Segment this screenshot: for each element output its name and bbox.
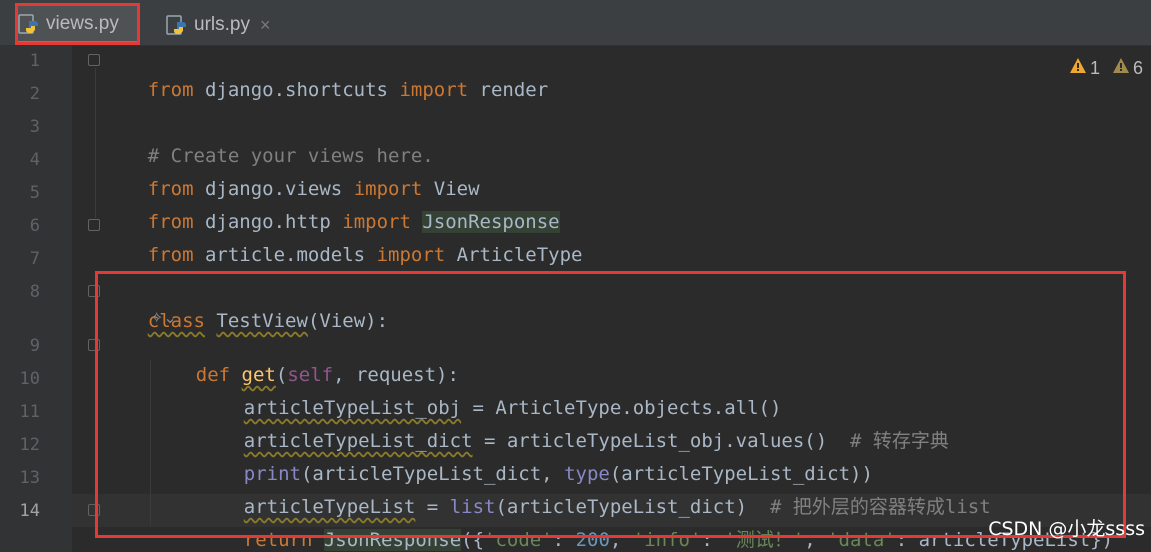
code-line-10: articleTypeList_obj = ArticleType.object… — [243, 397, 782, 419]
code-line-1: from django.shortcuts import render — [147, 79, 549, 101]
code-line-12: print(articleTypeList_dict, type(article… — [243, 463, 873, 485]
code-line-5: from django.http import JsonResponse — [147, 211, 560, 233]
code-editor[interactable]: from django.shortcuts import render # Cr… — [0, 0, 1151, 552]
code-line-14: return JsonResponse({'code': 200, 'info'… — [243, 529, 1114, 551]
inlay-hint-icon[interactable]: ✧⌄ — [150, 308, 177, 327]
weak-warning-icon — [1112, 57, 1130, 79]
inspection-widget[interactable]: 1 6 — [1069, 57, 1143, 79]
code-line-11: articleTypeList_dict = articleTypeList_o… — [243, 430, 949, 452]
warning-icon — [1069, 57, 1087, 79]
warning-count: 1 — [1089, 57, 1100, 78]
code-line-8: class TestView(View): — [147, 310, 389, 332]
weak-warning-count: 6 — [1132, 57, 1143, 78]
code-line-13: articleTypeList = list(articleTypeList_d… — [243, 496, 991, 518]
code-line-4: from django.views import View — [147, 178, 480, 200]
code-line-9: def get(self, request): — [195, 364, 459, 386]
code-line-3: # Create your views here. — [147, 145, 434, 167]
code-line-6: from article.models import ArticleType — [147, 244, 583, 266]
watermark: CSDN @小龙ssss — [988, 518, 1145, 540]
